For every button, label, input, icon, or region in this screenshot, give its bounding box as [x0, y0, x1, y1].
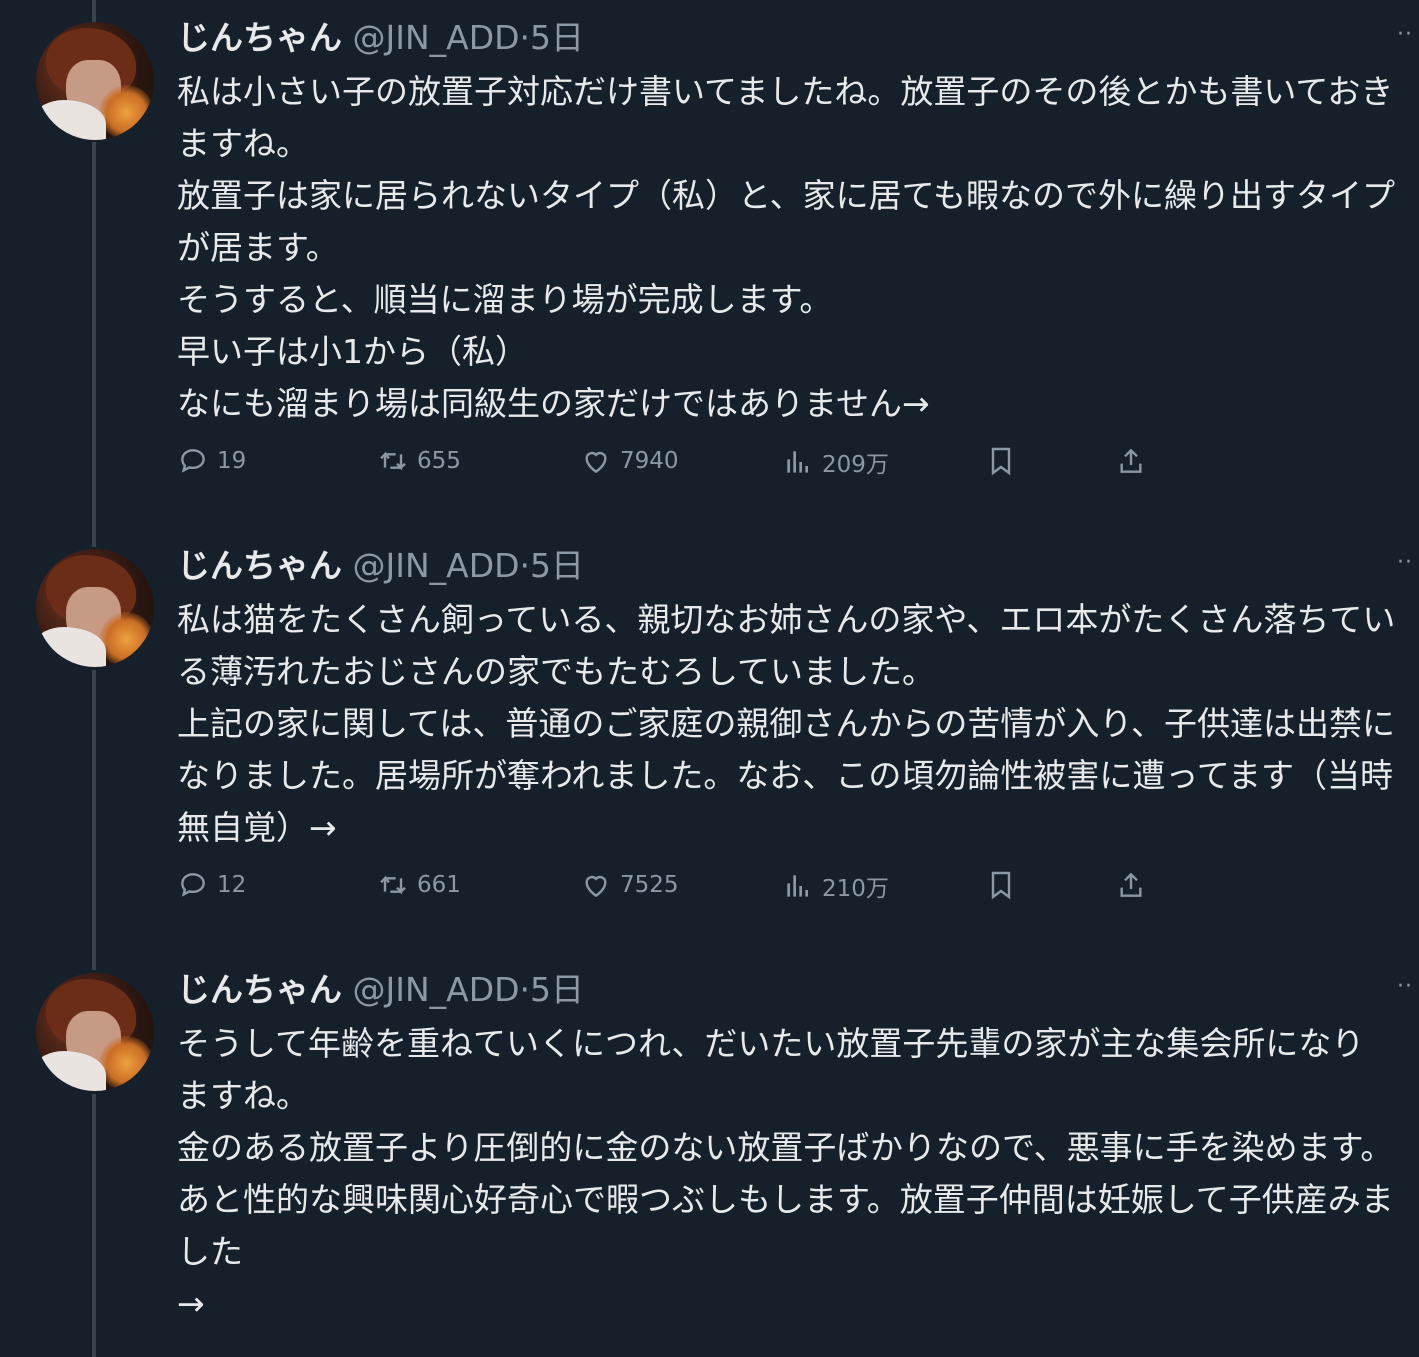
- separator-dot: ·: [519, 970, 531, 1009]
- thread-line: [92, 142, 96, 547]
- user-handle[interactable]: @JIN_ADD: [353, 18, 520, 57]
- share-button[interactable]: [1115, 445, 1147, 477]
- like-button[interactable]: 7525: [580, 869, 679, 901]
- retweet-count: 661: [417, 872, 461, 898]
- like-button[interactable]: 7940: [580, 445, 679, 477]
- display-name[interactable]: じんちゃん: [177, 970, 342, 1009]
- like-count: 7525: [620, 872, 679, 898]
- view-count: 209万: [822, 452, 889, 478]
- action-bar: 12 661 7525 210万: [177, 869, 1177, 909]
- display-name[interactable]: じんちゃん: [177, 546, 342, 585]
- heart-icon: [585, 875, 607, 898]
- reply-icon: [181, 449, 205, 473]
- user-handle[interactable]: @JIN_ADD: [353, 546, 520, 585]
- tweet-text: 私は猫をたくさん飼っている、親切なお姉さんの家や、エロ本がたくさん落ちている薄汚…: [177, 600, 1396, 847]
- share-button[interactable]: [1115, 869, 1147, 901]
- retweet-button[interactable]: 661: [377, 869, 461, 901]
- user-handle[interactable]: @JIN_ADD: [353, 970, 520, 1009]
- bookmark-icon: [991, 871, 1011, 900]
- bookmark-icon: [991, 447, 1011, 476]
- avatar[interactable]: [36, 22, 154, 140]
- reply-button[interactable]: 12: [177, 869, 246, 901]
- more-options-icon[interactable]: ··: [1397, 974, 1413, 999]
- heart-icon: [585, 451, 607, 474]
- analytics-icon: [787, 451, 808, 473]
- tweet-header: じんちゃん @JIN_ADD·5日: [177, 546, 584, 586]
- display-name[interactable]: じんちゃん: [177, 18, 342, 57]
- view-count: 210万: [822, 876, 889, 902]
- separator-dot: ·: [519, 18, 531, 57]
- reply-count: 19: [217, 448, 247, 474]
- reply-icon: [181, 873, 205, 897]
- bookmark-button[interactable]: [985, 445, 1017, 477]
- thread-line: [92, 1094, 96, 1357]
- thread-line: [92, 670, 96, 970]
- tweet-text: 私は小さい子の放置子対応だけ書いてましたね。放置子のその後とかも書いておきますね…: [177, 72, 1396, 423]
- views-button[interactable]: 209万: [782, 445, 889, 479]
- views-button[interactable]: 210万: [782, 869, 889, 903]
- more-options-icon[interactable]: ··: [1397, 550, 1413, 575]
- like-count: 7940: [620, 448, 679, 474]
- share-icon: [1120, 872, 1142, 897]
- retweet-icon: [380, 875, 406, 895]
- analytics-icon: [787, 875, 808, 897]
- action-bar: 19 655 7940 209万: [177, 445, 1177, 485]
- reply-button[interactable]: 19: [177, 445, 246, 477]
- retweet-icon: [380, 451, 406, 471]
- timestamp[interactable]: 5日: [530, 546, 584, 585]
- avatar[interactable]: [36, 973, 154, 1091]
- avatar[interactable]: [36, 549, 154, 667]
- tweet-header: じんちゃん @JIN_ADD·5日: [177, 18, 584, 58]
- timestamp[interactable]: 5日: [530, 970, 584, 1009]
- timestamp[interactable]: 5日: [530, 18, 584, 57]
- bookmark-button[interactable]: [985, 869, 1017, 901]
- separator-dot: ·: [519, 546, 531, 585]
- more-options-icon[interactable]: ··: [1397, 22, 1413, 47]
- reply-count: 12: [217, 872, 247, 898]
- retweet-button[interactable]: 655: [377, 445, 461, 477]
- retweet-count: 655: [417, 448, 461, 474]
- tweet-header: じんちゃん @JIN_ADD·5日: [177, 970, 584, 1010]
- share-icon: [1120, 448, 1142, 473]
- tweet-text: そうして年齢を重ねていくにつれ、だいたい放置子先輩の家が主な集会所になりますね。…: [177, 1024, 1394, 1323]
